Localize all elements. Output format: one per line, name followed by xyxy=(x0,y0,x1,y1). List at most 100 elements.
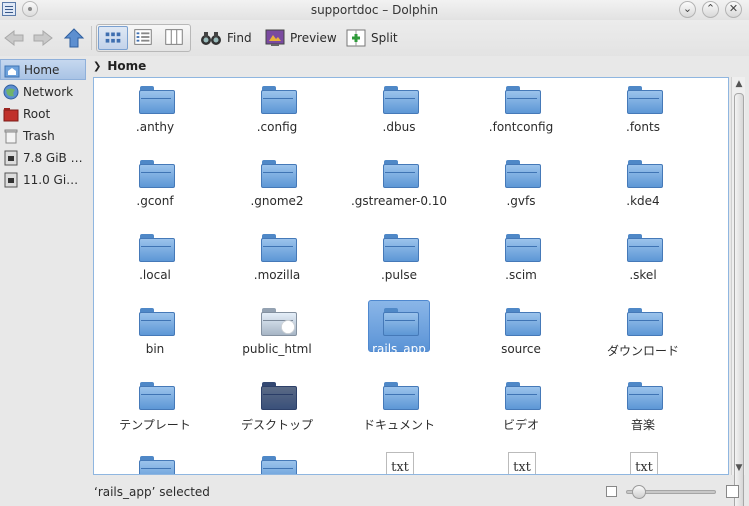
title-bar[interactable]: supportdoc – Dolphin ⌄ ⌃ ✕ xyxy=(0,0,749,20)
folder-item[interactable]: .gvfs xyxy=(466,154,576,224)
desktop-folder-icon xyxy=(261,378,297,410)
place-label: Home xyxy=(24,62,60,77)
folder-item[interactable] xyxy=(100,450,210,474)
columns-view-icon xyxy=(165,29,183,45)
split-label: Split xyxy=(371,31,398,45)
item-label: .config xyxy=(256,120,298,134)
folder-icon xyxy=(383,378,419,410)
file-item[interactable]: txt xyxy=(344,450,454,474)
place-drive-1[interactable]: 7.8 GiB … xyxy=(0,147,86,168)
folder-icon xyxy=(139,378,175,410)
folder-item[interactable]: .dbus xyxy=(344,80,454,150)
folder-item[interactable]: bin xyxy=(100,302,210,372)
folder-item[interactable]: source xyxy=(466,302,576,372)
item-label: .fontconfig xyxy=(488,120,554,134)
folder-item[interactable]: ダウンロード xyxy=(588,302,698,372)
find-button[interactable]: Find xyxy=(200,26,252,50)
scroll-down-icon[interactable]: ▼ xyxy=(732,461,746,475)
icons-view-button[interactable] xyxy=(98,26,128,50)
breadcrumb-home[interactable]: Home xyxy=(107,59,146,73)
folder-item[interactable]: .gstreamer-0.10 xyxy=(344,154,454,224)
folder-icon xyxy=(383,304,419,336)
text-file-icon: txt xyxy=(505,452,539,474)
place-trash[interactable]: Trash xyxy=(0,125,86,146)
up-arrow-icon xyxy=(63,28,85,48)
window-title: supportdoc – Dolphin xyxy=(310,3,439,17)
folder-item[interactable]: public_html xyxy=(222,302,332,372)
folder-item[interactable]: .fontconfig xyxy=(466,80,576,150)
folder-icon xyxy=(627,156,663,188)
home-folder-icon xyxy=(4,62,20,78)
item-label: .gstreamer-0.10 xyxy=(350,194,448,208)
zoom-slider-handle[interactable] xyxy=(632,485,646,499)
folder-item[interactable]: .anthy xyxy=(100,80,210,150)
item-label: .gconf xyxy=(136,194,174,208)
details-view-button[interactable] xyxy=(129,26,159,50)
place-label: Network xyxy=(23,84,74,99)
toolbar-separator xyxy=(91,26,92,50)
vertical-scrollbar[interactable]: ▲ ▼ xyxy=(731,77,746,506)
folder-item[interactable]: デスクトップ xyxy=(222,376,332,446)
folder-item[interactable]: .kde4 xyxy=(588,154,698,224)
folder-icon xyxy=(627,230,663,262)
breadcrumb-arrow-icon[interactable]: ❯ xyxy=(93,61,101,72)
status-bar: ‘rails_app’ selected xyxy=(0,478,749,506)
item-label: .dbus xyxy=(382,120,416,134)
main-toolbar: Find Preview Split xyxy=(0,20,749,56)
zoom-out-icon[interactable] xyxy=(606,486,617,497)
item-label: .fonts xyxy=(626,120,660,134)
back-button[interactable] xyxy=(2,28,26,48)
zoom-in-icon[interactable] xyxy=(726,485,739,498)
folder-item[interactable]: .config xyxy=(222,80,332,150)
item-label: public_html xyxy=(242,342,312,356)
folder-item[interactable]: .pulse xyxy=(344,228,454,298)
place-network[interactable]: Network xyxy=(0,81,86,102)
folder-icon xyxy=(505,230,541,262)
place-home[interactable]: Home xyxy=(0,59,86,80)
item-label: .pulse xyxy=(380,268,417,282)
folder-item[interactable] xyxy=(222,450,332,474)
folder-item[interactable]: テンプレート xyxy=(100,376,210,446)
item-label: .mozilla xyxy=(253,268,301,282)
breadcrumb: ❯ Home xyxy=(90,56,746,76)
split-button[interactable]: Split xyxy=(346,26,398,50)
file-view[interactable]: .anthy .config .dbus .fontconfig .fonts .gcon… xyxy=(93,77,729,475)
folder-item[interactable]: .skel xyxy=(588,228,698,298)
item-label: 音楽 xyxy=(630,418,655,432)
close-button[interactable]: ✕ xyxy=(725,1,742,18)
maximize-button[interactable]: ⌃ xyxy=(702,1,719,18)
place-drive-2[interactable]: 11.0 Gi… xyxy=(0,169,86,190)
folder-item[interactable]: rails_app xyxy=(344,302,454,372)
folder-item[interactable]: ビデオ xyxy=(466,376,576,446)
scrollbar-thumb[interactable] xyxy=(734,93,744,506)
file-item[interactable]: txt xyxy=(588,450,698,474)
folder-item[interactable]: ドキュメント xyxy=(344,376,454,446)
folder-item[interactable]: .fonts xyxy=(588,80,698,150)
folder-icon xyxy=(139,156,175,188)
columns-view-button[interactable] xyxy=(160,26,190,50)
folder-icon xyxy=(627,304,663,336)
web-folder-icon xyxy=(261,304,297,336)
text-file-icon-label: txt xyxy=(630,452,658,474)
minimize-button[interactable]: ⌄ xyxy=(679,1,696,18)
folder-icon xyxy=(383,230,419,262)
up-button[interactable] xyxy=(62,28,86,48)
folder-item[interactable]: .scim xyxy=(466,228,576,298)
folder-item[interactable]: .local xyxy=(100,228,210,298)
folder-item[interactable]: .gnome2 xyxy=(222,154,332,224)
zoom-slider[interactable] xyxy=(626,485,716,499)
text-file-icon-label: txt xyxy=(386,452,414,474)
item-label: source xyxy=(501,342,541,356)
folder-item[interactable]: .gconf xyxy=(100,154,210,224)
folder-item[interactable]: 音楽 xyxy=(588,376,698,446)
root-folder-icon xyxy=(3,106,19,122)
file-item[interactable]: txt xyxy=(466,450,576,474)
preview-button[interactable]: Preview xyxy=(265,26,337,50)
network-globe-icon xyxy=(3,84,19,100)
place-root[interactable]: Root xyxy=(0,103,86,124)
forward-button[interactable] xyxy=(31,28,55,48)
item-label: .local xyxy=(139,268,171,282)
binoculars-icon xyxy=(201,32,221,45)
scroll-up-icon[interactable]: ▲ xyxy=(732,77,746,91)
folder-item[interactable]: .mozilla xyxy=(222,228,332,298)
